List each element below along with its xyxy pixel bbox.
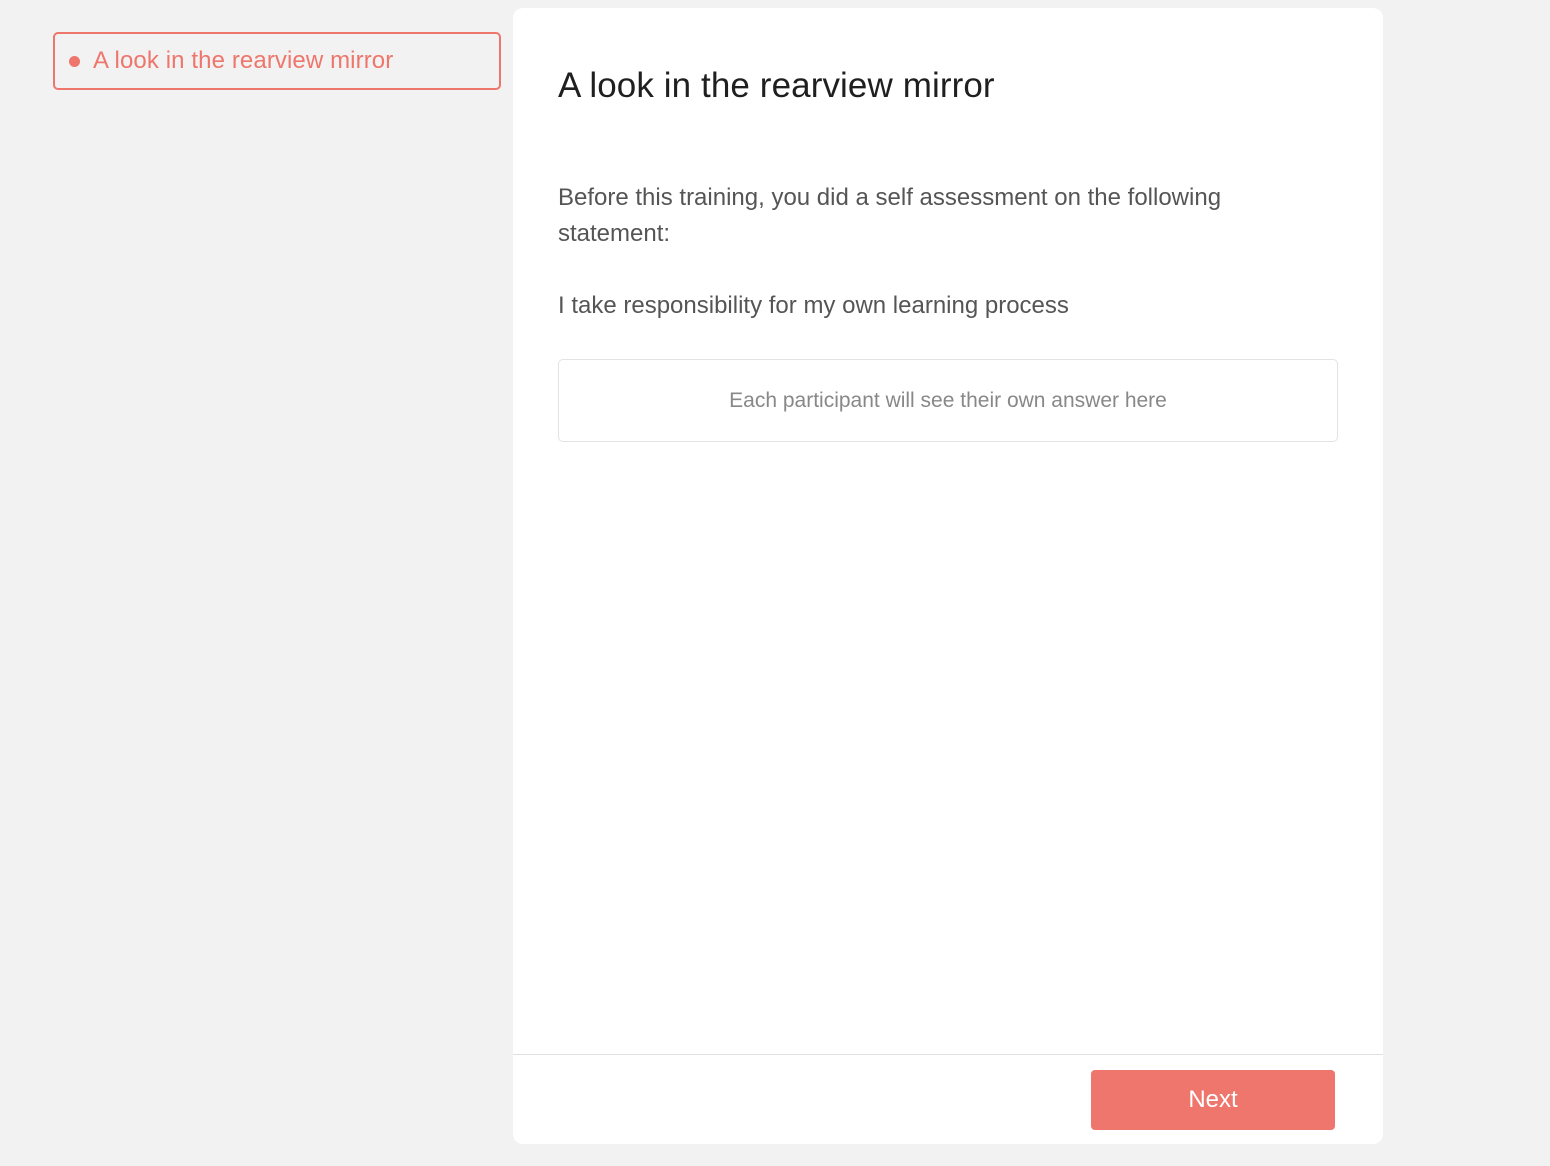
- answer-placeholder: Each participant will see their own answ…: [729, 388, 1167, 412]
- active-dot-icon: [69, 55, 80, 67]
- answer-box: Each participant will see their own answ…: [558, 359, 1338, 442]
- sidebar-item-label: A look in the rearview mirror: [93, 47, 394, 74]
- content-card: A look in the rearview mirror Before thi…: [513, 8, 1383, 1144]
- next-button[interactable]: Next: [1091, 1070, 1335, 1130]
- card-footer: Next: [513, 1054, 1383, 1144]
- sidebar-item-rearview-mirror[interactable]: A look in the rearview mirror: [53, 32, 501, 90]
- intro-text: Before this training, you did a self ass…: [558, 184, 1222, 247]
- page-title: A look in the rearview mirror: [558, 66, 995, 105]
- statement-text: I take responsibility for my own learnin…: [558, 292, 1069, 319]
